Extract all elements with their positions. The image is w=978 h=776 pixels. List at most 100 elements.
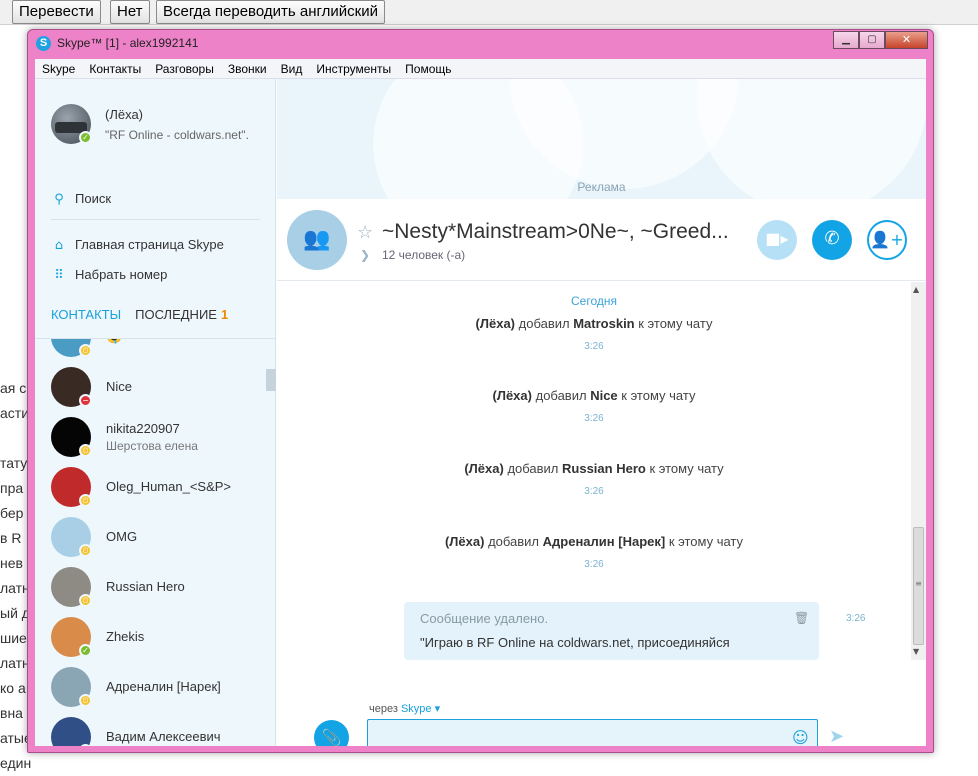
contact-avatar [51, 717, 91, 746]
maximize-button[interactable]: ▢ [859, 31, 885, 49]
menu-skype[interactable]: Skype [35, 59, 82, 79]
skype-home-link[interactable]: ⌂ Главная страница Skype [51, 235, 224, 255]
search-link[interactable]: ⚲ Поиск [51, 189, 111, 209]
menu-view[interactable]: Вид [274, 59, 310, 79]
contact-name: nikita220907 [106, 421, 180, 436]
menu-help[interactable]: Помощь [398, 59, 458, 79]
group-avatar[interactable]: 👥 [287, 210, 347, 270]
contact-name: Russian Hero [106, 579, 185, 594]
my-name[interactable]: (Лёха) [105, 107, 143, 122]
trash-icon[interactable]: 🗑 [794, 611, 809, 625]
group-icon: 👥 [303, 227, 331, 252]
close-button[interactable]: ✕ [885, 31, 928, 49]
compose-area: через Skype ▾ 📎 ☺ ➤ [277, 660, 926, 746]
status-away-icon: ⏲ [79, 544, 92, 557]
via-service-dropdown[interactable]: Skype ▾ [401, 703, 440, 715]
emoji-icon[interactable]: ☺ [792, 728, 809, 746]
menu-tools[interactable]: Инструменты [309, 59, 398, 79]
contact-item[interactable]: ⏲ Адреналин [Нарек] [35, 662, 265, 712]
contact-list[interactable]: ⏲🤤−Nice⏲nikita220907Шерстова елена⏲Oleg_… [35, 339, 276, 746]
message-input[interactable] [367, 719, 818, 746]
background-text-line: един [0, 755, 32, 771]
add-people-button[interactable]: 👤+ [867, 220, 907, 260]
message-text: "Играю в RF Online на coldwars.net, прис… [420, 635, 730, 650]
attach-button[interactable]: 📎 [314, 720, 349, 746]
event-verb: добавил [488, 534, 540, 549]
search-icon: ⚲ [54, 192, 64, 207]
scroll-up-arrow-icon[interactable]: ▲ [913, 285, 919, 294]
contact-name: Адреналин [Нарек] [106, 679, 221, 694]
contact-item[interactable]: ⏲ Oleg_Human_<S&P> [35, 462, 265, 512]
event-time: 3:26 [584, 559, 604, 570]
event-target: Russian Hero [562, 461, 646, 476]
event-time: 3:26 [584, 341, 604, 352]
event-tail: к этому чату [668, 534, 744, 549]
dial-label: Набрать номер [75, 267, 168, 282]
no-translate-button[interactable]: Нет [110, 0, 150, 24]
client-area: ✓ (Лёха) "RF Online - coldwars.net". ⚲ По… [35, 79, 926, 746]
contact-item[interactable]: ⏲ Russian Hero [35, 562, 265, 612]
contact-item[interactable]: ⏲ Вадим Алексеевич [35, 712, 265, 746]
contact-item[interactable]: ⏲ nikita220907 Шерстова елена [35, 412, 265, 462]
contact-item[interactable]: ⏲ OMG [35, 512, 265, 562]
menu-conversations[interactable]: Разговоры [148, 59, 221, 79]
translate-button[interactable]: Перевести [12, 0, 101, 24]
status-away-icon: ⏲ [79, 594, 92, 607]
sidebar-tabs: КОНТАКТЫ ПОСЛЕДНИЕ 1 [51, 305, 242, 325]
call-button[interactable]: ✆ [812, 220, 852, 260]
chevron-right-icon[interactable]: ❯ [360, 248, 370, 262]
contact-list-scrollbar[interactable] [266, 369, 276, 391]
dial-number-link[interactable]: ⠿ Набрать номер [51, 265, 167, 285]
contact-name: Вадим Алексеевич [106, 729, 221, 744]
minimize-button[interactable]: ▁ [833, 31, 859, 49]
system-event: (Лёха) добавил Russian Hero к этому чату [277, 461, 911, 476]
participants-count[interactable]: 12 человек (-а) [382, 248, 465, 262]
tab-recent[interactable]: ПОСЛЕДНИЕ 1 [135, 305, 228, 325]
always-translate-button[interactable]: Всегда переводить английский [156, 0, 385, 24]
search-label: Поиск [75, 191, 112, 206]
event-time: 3:26 [584, 486, 604, 497]
recent-count-badge: 1 [220, 307, 229, 322]
add-person-icon: 👤+ [870, 230, 904, 249]
contact-name: Zhekis [106, 629, 145, 644]
event-actor: (Лёха) [464, 461, 504, 476]
menu-calls[interactable]: Звонки [221, 59, 274, 79]
my-mood-message[interactable]: "RF Online - coldwars.net". [105, 128, 249, 142]
phone-icon: ✆ [824, 228, 840, 249]
tab-recent-label: ПОСЛЕДНИЕ [135, 307, 217, 322]
contact-name: Oleg_Human_<S&P> [106, 479, 232, 494]
status-away-icon: ⏲ [79, 694, 92, 707]
via-label: через Skype ▾ [369, 702, 440, 715]
event-tail: к этому чату [649, 461, 724, 476]
menu-contacts[interactable]: Контакты [82, 59, 148, 79]
scroll-thumb[interactable]: ≡ [913, 527, 924, 645]
event-actor: (Лёха) [444, 534, 485, 549]
paperclip-icon: 📎 [321, 728, 342, 746]
scroll-down-arrow-icon[interactable]: ▼ [913, 647, 919, 656]
event-target: Адреналин [Нарек] [542, 534, 666, 549]
system-event: (Лёха) добавил Адреналин [Нарек] к этому… [277, 534, 911, 549]
contact-name: OMG [106, 529, 138, 544]
video-icon: ■▸ [765, 229, 789, 248]
message-list: Сегодня (Лёха) добавил Matroskin к этому… [277, 282, 911, 660]
chat-scrollbar[interactable]: ▲ ≡ ▼ [911, 282, 926, 660]
deleted-message-note: Сообщение удалено. [420, 611, 549, 626]
contact-item[interactable]: ⏲🤤 [35, 339, 265, 362]
message-bubble[interactable]: Сообщение удалено. "Играю в RF Online на… [404, 602, 819, 660]
my-status-online-icon[interactable]: ✓ [79, 131, 92, 144]
menu-bar: Skype Контакты Разговоры Звонки Вид Инст… [35, 59, 926, 79]
message-time: 3:26 [846, 613, 866, 624]
event-verb: добавил [518, 316, 570, 331]
conversation-title[interactable]: ~Nesty*Mainstream>0Ne~, ~Greed... [382, 220, 727, 246]
send-icon[interactable]: ➤ [829, 726, 844, 746]
tab-contacts[interactable]: КОНТАКТЫ [51, 305, 121, 325]
star-icon[interactable]: ☆ [357, 222, 373, 243]
video-call-button[interactable]: ■▸ [757, 220, 797, 260]
status-away-icon: ⏲ [79, 744, 92, 746]
contact-item[interactable]: ✓ Zhekis [35, 612, 265, 662]
ad-banner[interactable]: Реклама [277, 79, 926, 199]
titlebar[interactable]: S Skype™ [1] - alex1992141 ▁ ▢ ✕ [28, 30, 933, 58]
skype-window: S Skype™ [1] - alex1992141 ▁ ▢ ✕ Skype К… [27, 29, 934, 753]
contact-item[interactable]: − Nice [35, 362, 265, 412]
event-target: Nice [590, 388, 618, 403]
